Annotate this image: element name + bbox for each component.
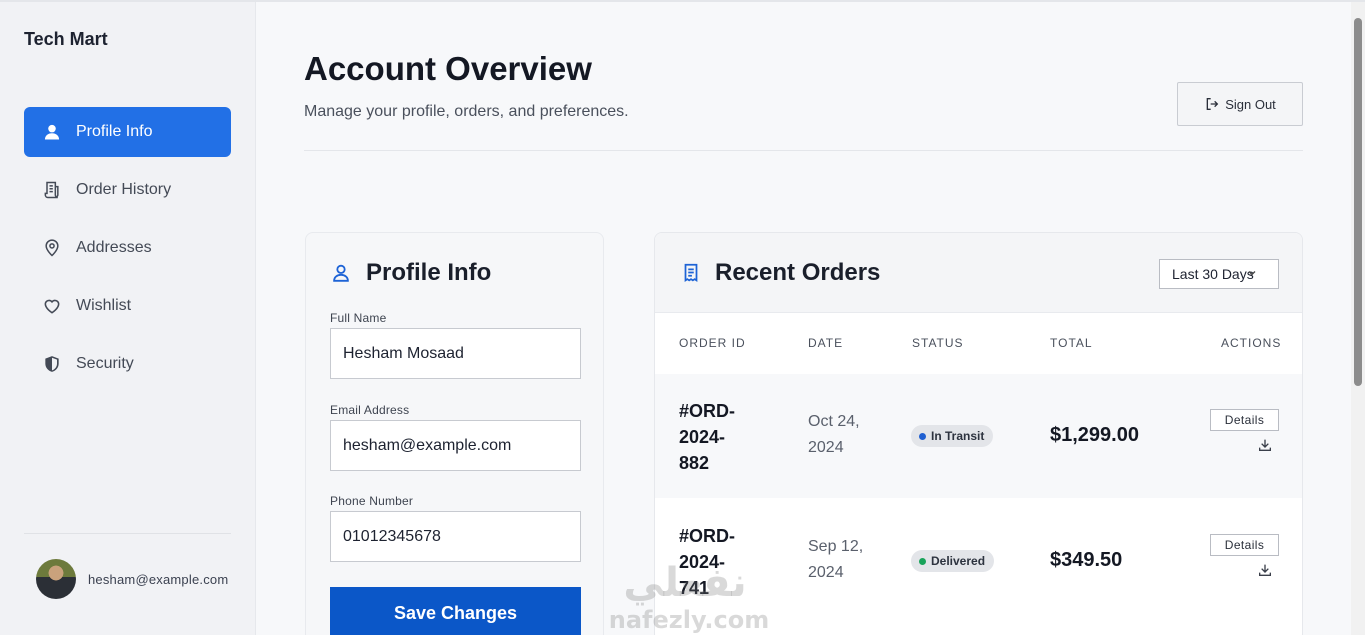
receipt-icon	[684, 263, 698, 282]
sidebar-item-label: Order History	[76, 181, 172, 198]
order-date: Sep 12, 2024	[808, 538, 864, 581]
column-header-status: STATUS	[912, 336, 964, 350]
sign-out-icon	[1206, 98, 1219, 110]
sidebar-nav: Profile Info Order History Addresses Wis…	[24, 107, 231, 397]
profile-card-header: Profile Info	[330, 259, 491, 287]
scrollbar-thumb[interactable]	[1354, 18, 1362, 386]
sidebar-item-profile-info[interactable]: Profile Info	[24, 107, 231, 157]
sidebar-item-order-history[interactable]: Order History	[24, 165, 231, 215]
details-button[interactable]: Details	[1210, 534, 1279, 556]
orders-card: Recent Orders Last 30 Days ORDER ID DATE…	[654, 232, 1303, 635]
chevron-down-icon	[1248, 271, 1256, 276]
sidebar-item-label: Profile Info	[76, 123, 153, 140]
sidebar: Tech Mart Profile Info Order History Add…	[0, 2, 256, 635]
phone-label: Phone Number	[330, 494, 414, 508]
sign-out-label: Sign Out	[1225, 96, 1276, 112]
status-label: Delivered	[931, 554, 986, 568]
avatar	[36, 559, 76, 599]
save-changes-button[interactable]: Save Changes	[330, 587, 581, 635]
profile-card-title: Profile Info	[366, 259, 492, 286]
column-header-date: DATE	[808, 336, 844, 350]
profile-card: Profile Info Full Name Email Address Pho…	[305, 232, 604, 635]
order-id: #ORD-2024-882	[679, 401, 736, 473]
user-icon	[41, 121, 63, 143]
full-name-input[interactable]	[330, 328, 581, 379]
status-dot	[919, 432, 926, 440]
orders-card-header: Recent Orders Last 30 Days	[655, 233, 1302, 313]
user-outline-icon	[333, 264, 349, 282]
sidebar-item-label: Security	[76, 355, 134, 372]
order-total: $349.50	[1050, 549, 1123, 571]
map-pin-icon	[41, 237, 63, 259]
email-label: Email Address	[330, 403, 410, 417]
email-input[interactable]	[330, 420, 581, 471]
page-title: Account Overview	[304, 50, 592, 87]
sidebar-divider	[24, 533, 231, 534]
order-date: Oct 24, 2024	[808, 413, 860, 456]
order-total: $1,299.00	[1050, 424, 1139, 446]
receipt-icon	[41, 179, 63, 201]
date-range-select[interactable]: Last 30 Days	[1159, 259, 1279, 289]
date-range-value: Last 30 Days	[1172, 266, 1254, 282]
sidebar-item-security[interactable]: Security	[24, 339, 231, 389]
column-header-order-id: ORDER ID	[679, 336, 746, 350]
status-label: In Transit	[931, 429, 985, 443]
brand-name: Tech Mart	[24, 29, 108, 49]
download-icon[interactable]	[1257, 437, 1273, 453]
heart-icon	[41, 295, 63, 317]
full-name-label: Full Name	[330, 311, 387, 325]
orders-card-title: Recent Orders	[715, 259, 881, 286]
sidebar-item-label: Wishlist	[76, 297, 132, 314]
status-dot	[919, 557, 926, 565]
sign-out-button[interactable]: Sign Out	[1177, 82, 1303, 126]
order-id: #ORD-2024-741	[679, 526, 736, 598]
user-chip[interactable]: hesham@example.com	[36, 559, 228, 599]
page-subtitle: Manage your profile, orders, and prefere…	[304, 103, 629, 120]
shield-icon	[41, 353, 63, 375]
sidebar-item-addresses[interactable]: Addresses	[24, 223, 231, 273]
status-badge: In Transit	[911, 425, 994, 447]
user-email: hesham@example.com	[88, 571, 229, 587]
details-button[interactable]: Details	[1210, 409, 1279, 431]
sidebar-item-wishlist[interactable]: Wishlist	[24, 281, 231, 331]
column-header-total: TOTAL	[1050, 336, 1093, 350]
column-header-actions: ACTIONS	[1221, 336, 1282, 350]
phone-input[interactable]	[330, 511, 581, 562]
sidebar-item-label: Addresses	[76, 239, 152, 256]
download-icon[interactable]	[1257, 562, 1273, 578]
status-badge: Delivered	[911, 550, 995, 572]
header-divider	[304, 150, 1303, 151]
